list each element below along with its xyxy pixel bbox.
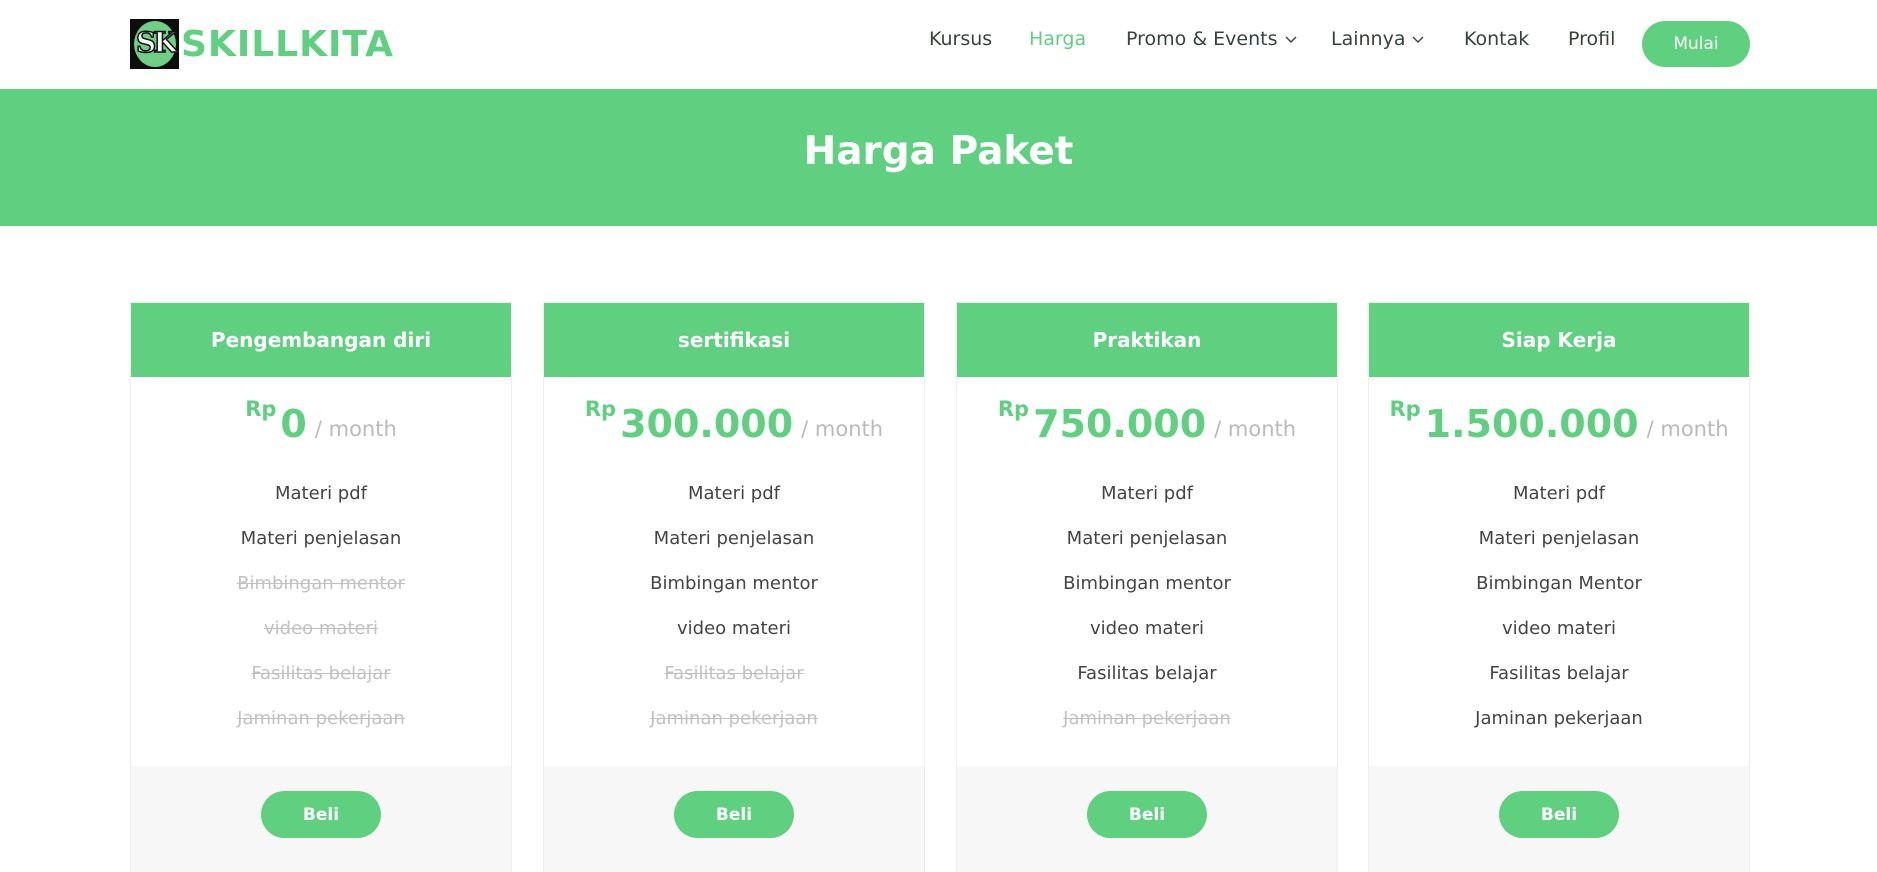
nav-item-profil[interactable]: Profil	[1568, 28, 1615, 50]
price-period: / month	[1214, 417, 1297, 441]
nav-item-harga[interactable]: Harga	[1029, 28, 1086, 50]
feature-item-unavailable: video materi	[264, 618, 378, 639]
buy-button[interactable]: Beli	[674, 791, 794, 838]
feature-item: video materi	[1090, 618, 1204, 639]
feature-item: Materi penjelasan	[240, 528, 402, 549]
pricing-card-siap-kerja: Siap Kerja Rp 1.500.000 / month Materi p…	[1368, 302, 1750, 872]
feature-item: Materi pdf	[1512, 483, 1605, 504]
price-period: / month	[314, 417, 397, 441]
feature-item: Fasilitas belajar	[1489, 663, 1629, 684]
page-title: Harga Paket	[803, 129, 1074, 174]
feature-item: Bimbingan Mentor	[1476, 573, 1642, 594]
feature-list: Materi pdf Materi penjelasan Bimbingan m…	[957, 471, 1337, 741]
nav-item-label: Promo & Events	[1126, 28, 1278, 50]
card-footer: Beli	[131, 766, 511, 872]
price-currency: Rp	[584, 397, 617, 421]
chevron-down-icon	[1284, 32, 1298, 46]
feature-item-unavailable: Fasilitas belajar	[251, 663, 391, 684]
feature-item: video materi	[1502, 618, 1616, 639]
feature-item-unavailable: Jaminan pekerjaan	[1063, 708, 1231, 729]
nav-item-label: Profil	[1568, 28, 1616, 50]
pricing-card-sertifikasi: sertifikasi Rp 300.000 / month Materi pd…	[543, 302, 925, 872]
feature-item-unavailable: Fasilitas belajar	[664, 663, 804, 684]
feature-list: Materi pdf Materi penjelasan Bimbingan M…	[1369, 471, 1749, 741]
nav-item-lainnya[interactable]: Lainnya	[1331, 28, 1425, 50]
plan-price: Rp 0 / month	[131, 393, 511, 447]
nav-item-label: Lainnya	[1331, 28, 1406, 50]
card-footer: Beli	[1369, 766, 1749, 872]
price-period: / month	[801, 417, 884, 441]
feature-item: Materi penjelasan	[1478, 528, 1640, 549]
feature-item: Fasilitas belajar	[1077, 663, 1217, 684]
feature-item: Materi pdf	[1100, 483, 1193, 504]
site-header: SK SKILLKITA Kursus Harga Promo & Events…	[0, 0, 1877, 89]
plan-name: Pengembangan diri	[131, 303, 511, 377]
feature-item: Materi pdf	[274, 483, 367, 504]
feature-item-unavailable: Jaminan pekerjaan	[237, 708, 405, 729]
feature-list: Materi pdf Materi penjelasan Bimbingan m…	[544, 471, 924, 741]
nav-item-promo-events[interactable]: Promo & Events	[1126, 28, 1298, 50]
price-period: / month	[1646, 417, 1729, 441]
feature-item: Materi penjelasan	[1066, 528, 1228, 549]
feature-item: Materi pdf	[687, 483, 780, 504]
buy-button[interactable]: Beli	[1499, 791, 1619, 838]
start-button[interactable]: Mulai	[1642, 21, 1750, 67]
nav-item-kursus[interactable]: Kursus	[929, 28, 992, 50]
pricing-card-praktikan: Praktikan Rp 750.000 / month Materi pdf …	[956, 302, 1338, 872]
price-amount: 0	[280, 402, 307, 446]
plan-name: Siap Kerja	[1369, 303, 1749, 377]
pricing-card-pengembangan-diri: Pengembangan diri Rp 0 / month Materi pd…	[130, 302, 512, 872]
plan-price: Rp 1.500.000 / month	[1369, 393, 1749, 447]
chevron-down-icon	[1411, 32, 1425, 46]
feature-item: Materi penjelasan	[653, 528, 815, 549]
price-currency: Rp	[245, 397, 277, 421]
feature-item: Bimbingan mentor	[1063, 573, 1231, 594]
price-currency: Rp	[1389, 397, 1421, 421]
feature-item: Bimbingan mentor	[650, 573, 818, 594]
price-amount: 750.000	[1033, 402, 1207, 446]
price-amount: 1.500.000	[1424, 402, 1639, 446]
feature-list: Materi pdf Materi penjelasan Bimbingan m…	[131, 471, 511, 741]
feature-item-unavailable: Bimbingan mentor	[237, 573, 405, 594]
price-currency: Rp	[997, 397, 1030, 421]
main-nav: Kursus Harga Promo & Events Lainnya Kont…	[0, 28, 1877, 58]
card-footer: Beli	[544, 766, 924, 872]
buy-button[interactable]: Beli	[1087, 791, 1207, 838]
nav-item-kontak[interactable]: Kontak	[1464, 28, 1529, 50]
plan-name: sertifikasi	[544, 303, 924, 377]
card-footer: Beli	[957, 766, 1337, 872]
plan-price: Rp 300.000 / month	[544, 393, 924, 447]
feature-item-unavailable: Jaminan pekerjaan	[650, 708, 818, 729]
feature-item: video materi	[677, 618, 791, 639]
plan-price: Rp 750.000 / month	[957, 393, 1337, 447]
price-amount: 300.000	[620, 402, 794, 446]
nav-item-label: Harga	[1029, 28, 1087, 50]
plan-name: Praktikan	[957, 303, 1337, 377]
buy-button[interactable]: Beli	[261, 791, 381, 838]
page-banner: Harga Paket	[0, 89, 1877, 226]
nav-item-label: Kursus	[929, 28, 993, 50]
feature-item: Jaminan pekerjaan	[1475, 708, 1643, 729]
nav-item-label: Kontak	[1464, 28, 1530, 50]
